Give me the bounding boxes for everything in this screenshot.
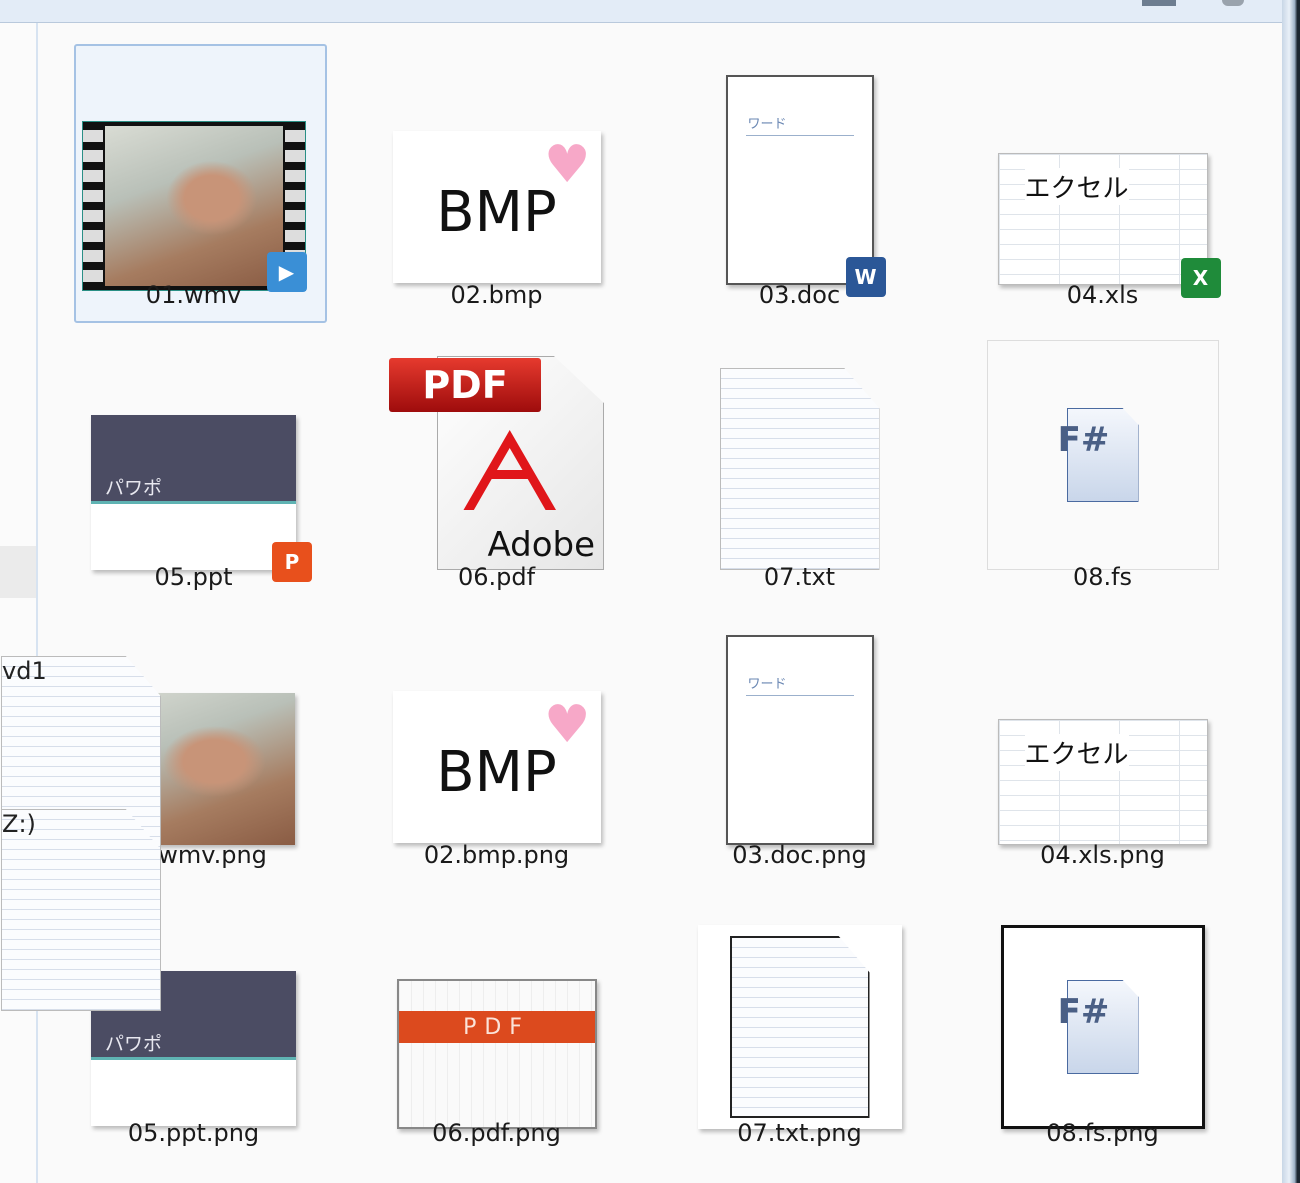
file-name: 07.txt (763, 563, 836, 591)
pdf-icon: ᗅ Adobe PDF (389, 350, 604, 570)
pdf-bar-text: PDF (398, 1011, 595, 1043)
file-name: 02.bmp.png (423, 841, 570, 869)
text-thumbnail (697, 925, 902, 1129)
file-item[interactable]: ᗅ Adobe PDF 06.pdf (345, 312, 648, 592)
file-name: 08.fs.png (1046, 1119, 1159, 1147)
navigation-pane: vd1 Z:) (0, 23, 161, 1183)
toolbar (0, 0, 1282, 23)
file-item[interactable]: BMP ♥ 02.bmp (345, 30, 648, 310)
bmp-text: BMP (436, 739, 557, 805)
fsharp-file-icon: F# (1058, 980, 1139, 1074)
ppt-text: パワポ (105, 1033, 163, 1055)
file-name: 03.doc.png (732, 841, 867, 869)
xls-text: エクセル (1024, 734, 1129, 771)
file-name: 03.doc (758, 281, 841, 309)
file-name: 07.txt.png (737, 1119, 862, 1147)
file-item[interactable]: BMP ♥ 02.bmp.png (345, 590, 648, 870)
file-item[interactable]: エクセル 04.xls.png (951, 590, 1254, 870)
heart-icon: ♥ (543, 695, 591, 755)
xls-text: エクセル (1024, 168, 1129, 205)
file-name: 01.wmv (145, 281, 242, 309)
file-name: 08.fs (1072, 563, 1133, 591)
ppt-thumbnail: パワポ P (91, 415, 312, 582)
file-item[interactable]: 07.txt (648, 312, 951, 592)
adobe-text: Adobe (487, 525, 595, 565)
bmp-text: BMP (436, 179, 557, 245)
xls-thumbnail: エクセル (997, 719, 1208, 845)
window-edge-scrollbar[interactable] (1282, 0, 1300, 1183)
help-button[interactable] (1222, 0, 1244, 6)
nav-item-network-drive[interactable]: Z:) (1, 809, 161, 1011)
pdf-banner: PDF (389, 358, 541, 412)
fsharp-thumbnail: F# (986, 340, 1219, 570)
ppt-text: パワポ (105, 477, 163, 499)
bmp-thumbnail: BMP ♥ (392, 131, 601, 283)
view-options-button[interactable] (1142, 0, 1176, 6)
heart-icon: ♥ (543, 135, 591, 195)
doc-text: ワード (747, 117, 787, 132)
video-thumbnail: ▶ (81, 121, 307, 292)
xls-thumbnail: エクセル X (997, 153, 1221, 298)
file-name: 04.xls (1066, 281, 1139, 309)
file-item[interactable]: ワード W 03.doc (648, 30, 951, 310)
doc-thumbnail: ワード (725, 635, 874, 845)
bmp-thumbnail: BMP ♥ (392, 691, 601, 843)
file-name: 06.pdf.png (432, 1119, 561, 1147)
file-item[interactable]: ▶ 01.wmv (42, 30, 345, 323)
fsharp-text: F# (1057, 992, 1110, 1032)
doc-thumbnail: ワード W (725, 75, 886, 297)
nav-item-selected[interactable] (0, 546, 36, 598)
file-item[interactable]: F# 08.fs.png (951, 868, 1254, 1148)
file-item[interactable]: ワード 03.doc.png (648, 590, 951, 870)
fsharp-file-icon: F# (1058, 408, 1139, 502)
file-name: 05.ppt (154, 563, 233, 591)
file-name: 02.bmp (450, 281, 543, 309)
text-file-icon (719, 368, 880, 570)
pdf-thumbnail: PDF (396, 979, 597, 1129)
fsharp-png-thumbnail: F# (1000, 925, 1205, 1129)
file-item[interactable]: PDF 06.pdf.png (345, 868, 648, 1148)
file-item[interactable]: エクセル X 04.xls (951, 30, 1254, 310)
file-grid: ▶ 01.wmv BMP ♥ 02.bmp ワード W 03.doc エクセル X 04.xls パワ… (38, 23, 1282, 1183)
file-name: 05.ppt.png (127, 1119, 260, 1147)
file-name: 04.xls.png (1040, 841, 1165, 869)
doc-text: ワード (747, 677, 787, 692)
file-item[interactable]: F# 08.fs (951, 312, 1254, 592)
file-item[interactable]: 07.txt.png (648, 868, 951, 1148)
fsharp-text: F# (1057, 420, 1110, 460)
file-name: 06.pdf (457, 563, 536, 591)
file-item[interactable]: パワポ P 05.ppt (42, 312, 345, 592)
